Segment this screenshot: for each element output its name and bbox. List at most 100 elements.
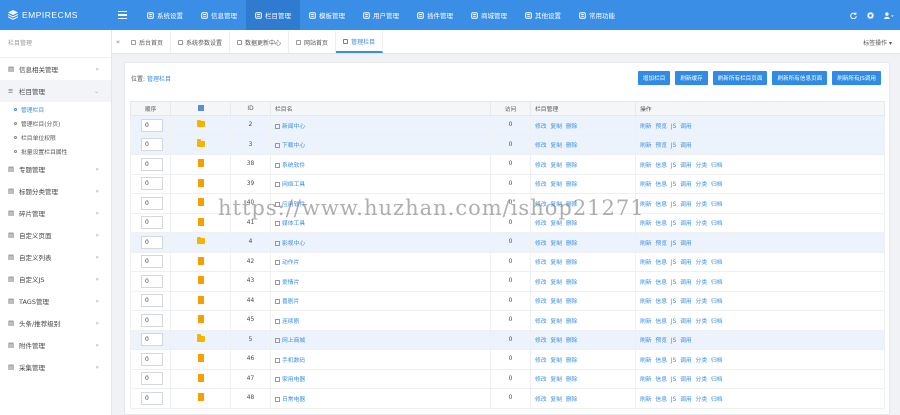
sidebar-subitem-2[interactable]: 栏目单位权限 <box>0 130 111 144</box>
order-input[interactable]: 0 <box>141 177 163 191</box>
topnav-item-0[interactable]: 系统设置 <box>138 0 192 30</box>
order-input[interactable]: 0 <box>141 391 163 405</box>
row-checkbox[interactable] <box>275 279 280 285</box>
manage-links[interactable]: 修改 复制 删除 <box>535 338 577 344</box>
row-checkbox[interactable] <box>275 299 280 305</box>
ops-links[interactable]: 刷新 信息 JS 调用 分类 归档 <box>640 319 723 325</box>
row-checkbox[interactable] <box>275 143 280 149</box>
category-name-link[interactable]: 下载中心 <box>282 143 305 149</box>
row-checkbox[interactable] <box>275 123 280 129</box>
order-input[interactable]: 0 <box>141 274 163 288</box>
sidebar-item-11[interactable]: ▤ 采集管理 » <box>0 356 111 378</box>
manage-links[interactable]: 修改 复制 删除 <box>535 377 577 383</box>
manage-links[interactable]: 修改 复制 删除 <box>535 397 577 403</box>
tab-actions-dropdown[interactable]: 标签操作 ▾ <box>863 38 892 47</box>
sidebar-item-8[interactable]: ▤ TAGS管理 » <box>0 290 111 312</box>
ops-links[interactable]: 刷新 信息 JS 调用 分类 归档 <box>640 299 723 305</box>
row-checkbox[interactable] <box>275 396 280 402</box>
ops-links[interactable]: 刷新 信息 JS 调用 分类 归档 <box>640 358 723 364</box>
topnav-item-2[interactable]: 栏目管理 <box>246 0 300 30</box>
gear-icon[interactable] <box>867 11 874 19</box>
order-input[interactable]: 0 <box>141 313 163 327</box>
action-button-2[interactable]: 刷新所有栏目页面 <box>712 71 768 85</box>
category-name-link[interactable]: 媒体工具 <box>282 221 305 227</box>
ops-links[interactable]: 刷新 信息 JS 调用 分类 归档 <box>640 182 723 188</box>
order-input[interactable]: 0 <box>141 196 163 210</box>
sidebar-item-7[interactable]: ▤ 自定义JS » <box>0 268 111 290</box>
sidebar-item-5[interactable]: ▤ 自定义页面 » <box>0 224 111 246</box>
sidebar-item-1[interactable]: ≡ 栏目管理 ⌄ <box>0 80 111 102</box>
order-input[interactable]: 0 <box>141 157 163 171</box>
ops-links[interactable]: 刷新 预览 JS 调用 <box>640 143 692 149</box>
manage-links[interactable]: 修改 复制 删除 <box>535 163 577 169</box>
topnav-item-4[interactable]: 用户管理 <box>354 0 408 30</box>
row-checkbox[interactable] <box>275 162 280 168</box>
category-name-link[interactable]: 新闻中心 <box>282 124 305 130</box>
ops-links[interactable]: 刷新 信息 JS 调用 分类 归档 <box>640 202 723 208</box>
order-input[interactable]: 0 <box>141 333 163 347</box>
category-name-link[interactable]: 连续剧 <box>282 319 299 325</box>
sidebar-item-4[interactable]: ▤ 碎片管理 » <box>0 202 111 224</box>
manage-links[interactable]: 修改 复制 删除 <box>535 299 577 305</box>
tab-2[interactable]: 数据更新中心 <box>230 31 290 53</box>
row-checkbox[interactable] <box>275 240 280 246</box>
ops-links[interactable]: 刷新 预览 JS 调用 <box>640 241 692 247</box>
row-checkbox[interactable] <box>275 338 280 344</box>
topnav-item-6[interactable]: 商城管理 <box>462 0 516 30</box>
category-name-link[interactable]: 爱情片 <box>282 280 299 286</box>
action-button-0[interactable]: 增加栏目 <box>637 71 671 85</box>
ops-links[interactable]: 刷新 预览 JS 调用 <box>640 338 692 344</box>
manage-links[interactable]: 修改 复制 删除 <box>535 143 577 149</box>
sidebar-item-9[interactable]: ▤ 头条/推荐级别 » <box>0 312 111 334</box>
tab-1[interactable]: 系统参数设置 <box>171 31 231 53</box>
breadcrumb-link[interactable]: 管理栏目 <box>147 76 171 83</box>
row-checkbox[interactable] <box>275 357 280 363</box>
sidebar-item-2[interactable]: ▤ 专题管理 » <box>0 158 111 180</box>
action-button-1[interactable]: 刷新缓存 <box>675 71 708 85</box>
topnav-item-5[interactable]: 插件管理 <box>408 0 462 30</box>
ops-links[interactable]: 刷新 信息 JS 调用 分类 归档 <box>640 280 723 286</box>
category-name-link[interactable]: 手机数码 <box>282 358 305 364</box>
ops-links[interactable]: 刷新 信息 JS 调用 分类 归档 <box>640 377 723 383</box>
tab-4[interactable]: 管理栏目 <box>336 31 384 53</box>
menu-toggle-icon[interactable] <box>118 0 132 30</box>
ops-links[interactable]: 刷新 信息 JS 调用 分类 归档 <box>640 397 723 403</box>
action-button-3[interactable]: 刷新所有信息页面 <box>772 71 828 85</box>
sidebar-item-10[interactable]: ▤ 附件管理 » <box>0 334 111 356</box>
category-name-link[interactable]: 动作片 <box>282 260 299 266</box>
row-checkbox[interactable] <box>275 221 280 227</box>
user-icon[interactable] <box>884 11 894 19</box>
order-input[interactable]: 0 <box>141 235 163 249</box>
topnav-item-8[interactable]: 常用功能 <box>570 0 624 30</box>
topnav-item-7[interactable]: 其他设置 <box>516 0 570 30</box>
category-name-link[interactable]: 家用电器 <box>282 377 305 383</box>
sidebar-item-6[interactable]: ▤ 自定义列表 » <box>0 246 111 268</box>
sidebar-subitem-0[interactable]: 管理栏目 <box>0 102 111 116</box>
category-name-link[interactable]: 系统软件 <box>282 163 305 169</box>
order-input[interactable]: 0 <box>141 352 163 366</box>
order-input[interactable]: 0 <box>141 138 163 152</box>
category-name-link[interactable]: 日常电器 <box>282 397 305 403</box>
order-input[interactable]: 0 <box>141 372 163 386</box>
sidebar-subitem-1[interactable]: 管理栏目(分页) <box>0 116 111 130</box>
action-button-4[interactable]: 刷新所有JS调用 <box>832 71 881 85</box>
ops-links[interactable]: 刷新 预览 JS 调用 <box>640 124 692 130</box>
refresh-icon[interactable] <box>850 11 857 19</box>
manage-links[interactable]: 修改 复制 删除 <box>535 319 577 325</box>
manage-links[interactable]: 修改 复制 删除 <box>535 280 577 286</box>
manage-links[interactable]: 修改 复制 删除 <box>535 241 577 247</box>
manage-links[interactable]: 修改 复制 删除 <box>535 221 577 227</box>
ops-links[interactable]: 刷新 信息 JS 调用 分类 归档 <box>640 163 723 169</box>
category-name-link[interactable]: 影视中心 <box>282 241 305 247</box>
category-name-link[interactable]: 网上商城 <box>282 338 305 344</box>
order-input[interactable]: 0 <box>141 118 163 132</box>
tab-0[interactable]: 后台首页 <box>124 31 172 53</box>
order-input[interactable]: 0 <box>141 294 163 308</box>
manage-links[interactable]: 修改 复制 删除 <box>535 260 577 266</box>
order-input[interactable]: 0 <box>141 216 163 230</box>
manage-links[interactable]: 修改 复制 删除 <box>535 124 577 130</box>
category-name-link[interactable]: 喜剧片 <box>282 299 299 305</box>
sidebar-subitem-3[interactable]: 批量设置栏目属性 <box>0 144 111 158</box>
row-checkbox[interactable] <box>275 318 280 324</box>
category-name-link[interactable]: 网络工具 <box>282 182 305 188</box>
